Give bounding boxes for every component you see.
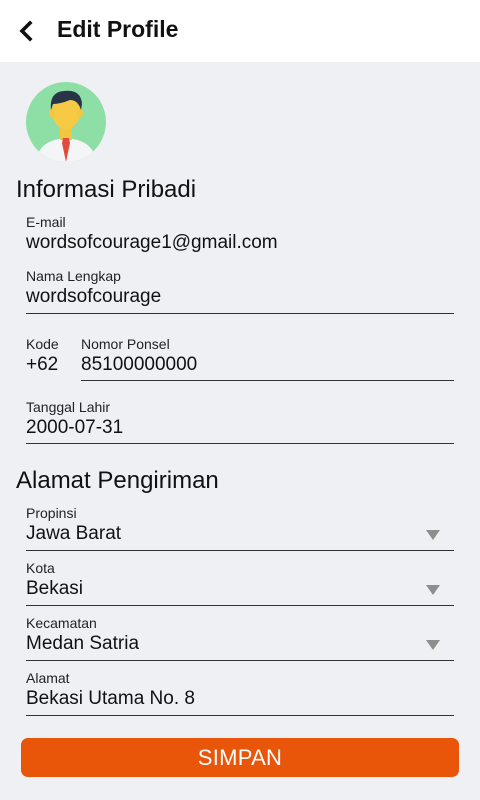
district-label: Kecamatan (26, 615, 97, 631)
full-name-label: Nama Lengkap (26, 268, 121, 284)
email-field: E-mail wordsofcourage1@gmail.com (26, 214, 454, 258)
country-code-value: +62 (26, 354, 59, 375)
chevron-down-icon[interactable] (426, 640, 440, 650)
birth-date-label: Tanggal Lahir (26, 399, 111, 415)
phone-field[interactable]: Nomor Ponsel 85100000000 (81, 336, 454, 382)
page-title: Edit Profile (57, 16, 179, 42)
full-name-field[interactable]: Nama Lengkap wordsofcourage (26, 268, 454, 314)
phone-label: Nomor Ponsel (81, 336, 170, 352)
province-underline (26, 550, 454, 551)
city-underline (26, 605, 454, 606)
chevron-down-icon[interactable] (426, 530, 440, 540)
district-dropdown[interactable]: Kecamatan Medan Satria (26, 615, 454, 661)
country-code-label: Kode (26, 336, 59, 352)
section-heading-personal: Informasi Pribadi (16, 176, 197, 203)
back-arrow-icon[interactable] (14, 18, 40, 44)
birth-date-underline (26, 443, 454, 444)
address-label: Alamat (26, 670, 70, 686)
city-label: Kota (26, 560, 55, 576)
phone-input[interactable]: 85100000000 (81, 354, 197, 376)
email-label: E-mail (26, 214, 66, 230)
city-value: Bekasi (26, 578, 84, 599)
address-input[interactable]: Bekasi Utama No. 8 (26, 688, 195, 710)
chevron-down-icon[interactable] (426, 585, 440, 595)
full-name-input[interactable]: wordsofcourage (26, 286, 161, 308)
birth-date-input[interactable]: 2000-07-31 (26, 417, 123, 439)
city-dropdown[interactable]: Kota Bekasi (26, 560, 454, 606)
email-value: wordsofcourage1@gmail.com (26, 232, 278, 253)
province-label: Propinsi (26, 505, 77, 521)
section-heading-shipping: Alamat Pengiriman (16, 467, 219, 494)
address-field[interactable]: Alamat Bekasi Utama No. 8 (26, 670, 454, 716)
full-name-underline (26, 313, 454, 314)
birth-date-field[interactable]: Tanggal Lahir 2000-07-31 (26, 399, 454, 445)
district-underline (26, 660, 454, 661)
user-avatar-icon[interactable] (26, 82, 106, 162)
province-dropdown[interactable]: Propinsi Jawa Barat (26, 505, 454, 551)
top-app-bar: Edit Profile (0, 0, 480, 62)
country-code-field: Kode +62 (26, 336, 76, 380)
address-underline (26, 715, 454, 716)
save-button[interactable]: SIMPAN (21, 738, 459, 777)
phone-underline (81, 380, 454, 381)
province-value: Jawa Barat (26, 523, 122, 544)
district-value: Medan Satria (26, 633, 140, 654)
